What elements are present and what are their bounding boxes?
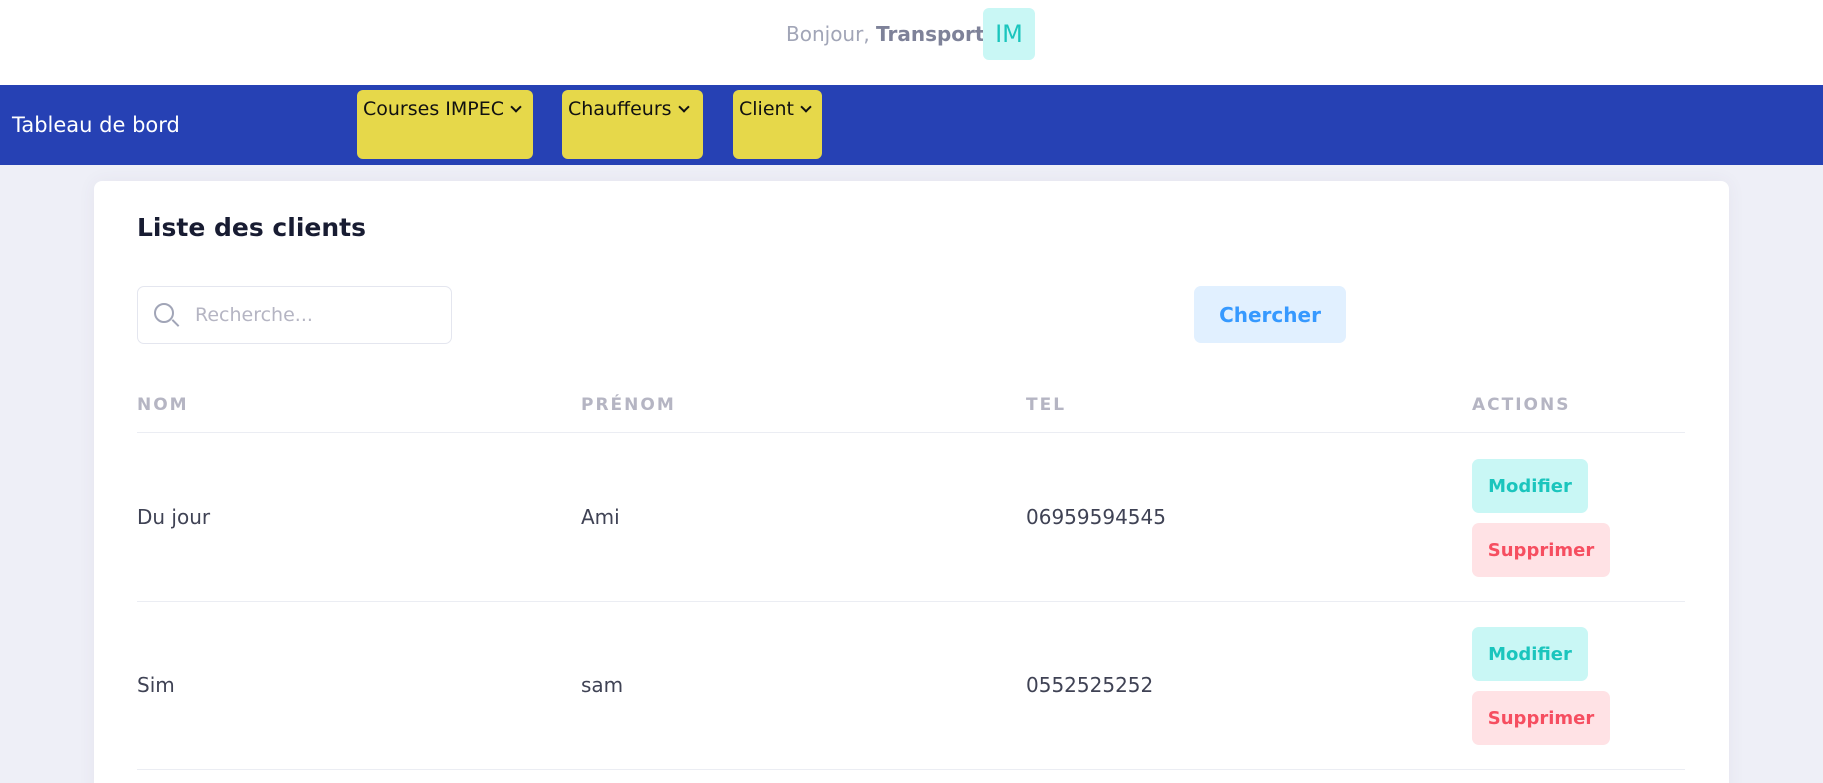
main-navbar: Tableau de bord Courses IMPEC Chauffeurs…: [0, 85, 1823, 165]
cell-prenom: Ami: [581, 505, 620, 529]
delete-button[interactable]: Supprimer: [1472, 523, 1610, 577]
page-title: Liste des clients: [137, 213, 366, 242]
cell-nom: Du jour: [137, 505, 211, 529]
column-header-nom: NOM: [137, 395, 189, 415]
greeting: Bonjour, Transport: [786, 22, 984, 46]
column-header-prenom: PRÉNOM: [581, 395, 676, 415]
search-icon: [154, 303, 174, 323]
cell-nom: Sim: [137, 673, 175, 697]
avatar[interactable]: IM: [983, 8, 1035, 60]
cell-tel: 0552525252: [1026, 673, 1154, 697]
dashboard-link[interactable]: Tableau de bord: [12, 113, 180, 137]
search-button[interactable]: Chercher: [1194, 286, 1346, 343]
menu-chauffeurs-label: Chauffeurs: [568, 98, 672, 120]
chevron-down-icon: [800, 101, 812, 113]
column-header-tel: TEL: [1026, 395, 1067, 415]
header-divider: [137, 432, 1685, 433]
menu-courses-impec[interactable]: Courses IMPEC: [357, 90, 533, 159]
clients-card: Liste des clients Chercher NOM PRÉNOM TE…: [94, 181, 1729, 783]
cell-tel: 06959594545: [1026, 505, 1166, 529]
menu-client-label: Client: [739, 98, 795, 120]
search-input[interactable]: [195, 299, 440, 331]
delete-button[interactable]: Supprimer: [1472, 691, 1610, 745]
chevron-down-icon: [510, 101, 522, 113]
menu-chauffeurs[interactable]: Chauffeurs: [562, 90, 703, 159]
top-header: Bonjour, Transport IM: [0, 0, 1823, 85]
column-header-actions: ACTIONS: [1472, 395, 1571, 415]
menu-client[interactable]: Client: [733, 90, 822, 159]
edit-button[interactable]: Modifier: [1472, 627, 1588, 681]
row-divider: [137, 601, 1685, 602]
greeting-prefix: Bonjour,: [786, 22, 870, 46]
greeting-name: Transport: [876, 22, 985, 46]
menu-courses-impec-label: Courses IMPEC: [363, 98, 504, 120]
chevron-down-icon: [677, 101, 690, 113]
row-divider: [137, 769, 1685, 770]
search-box: [137, 286, 452, 344]
edit-button[interactable]: Modifier: [1472, 459, 1588, 513]
cell-prenom: sam: [581, 673, 624, 697]
